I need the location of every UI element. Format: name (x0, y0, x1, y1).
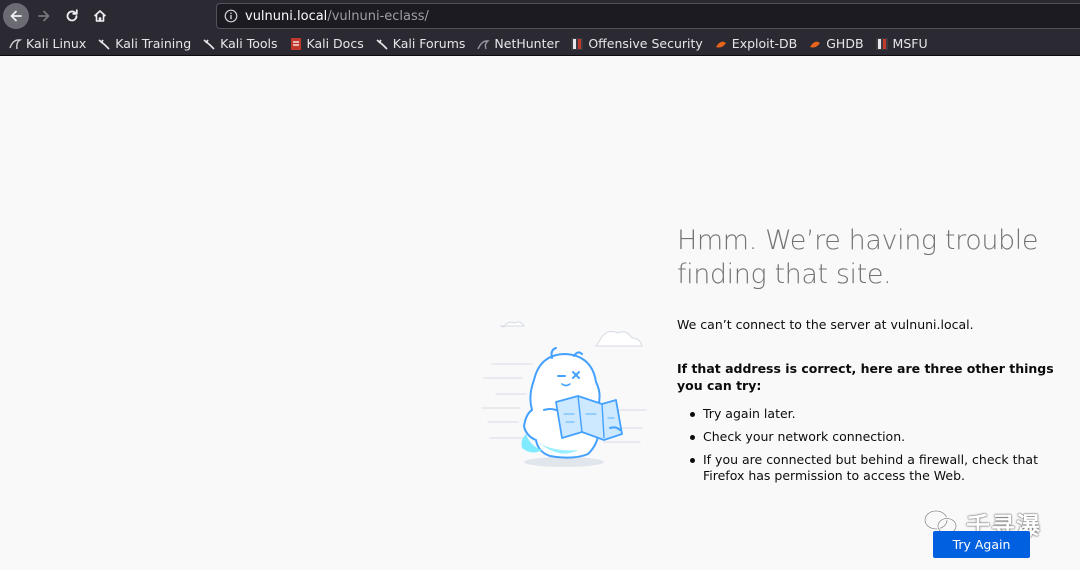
offsec-icon (875, 37, 889, 51)
bookmark-label: Offensive Security (588, 36, 703, 51)
bookmark-label: MSFU (892, 36, 928, 51)
bookmark-label: Kali Docs (306, 36, 364, 51)
forward-button[interactable] (31, 3, 57, 29)
bookmark-kali-forums[interactable]: Kali Forums (375, 36, 466, 51)
list-item: If you are connected but behind a firewa… (690, 452, 1050, 484)
url-path: /vulnuni-eclass/ (327, 9, 429, 24)
bookmark-kali-linux[interactable]: Kali Linux (8, 36, 86, 51)
bookmark-exploit-db[interactable]: Exploit-DB (714, 36, 797, 51)
reload-icon (66, 9, 78, 22)
home-icon (93, 10, 107, 22)
error-tips-list: Try again later. Check your network conn… (690, 406, 1050, 491)
bookmark-label: GHDB (826, 36, 864, 51)
error-tips-heading: If that address is correct, here are thr… (677, 361, 1054, 393)
bookmark-kali-tools[interactable]: Kali Tools (202, 36, 278, 51)
bookmark-label: Exploit-DB (731, 36, 798, 51)
bookmark-msfu[interactable]: MSFU (875, 36, 928, 51)
reload-button[interactable] (59, 3, 85, 29)
url-host: vulnuni.local (245, 9, 328, 24)
url-text[interactable]: vulnuni.local/vulnuni-eclass/ (245, 9, 429, 24)
list-item: Try again later. (690, 406, 1050, 422)
bookmarks-toolbar: Kali Linux Kali Training Kali Tools Kali… (0, 32, 1080, 56)
bookmark-label: Kali Linux (26, 36, 87, 51)
bookmark-nethunter[interactable]: NetHunter (476, 36, 559, 51)
error-description: We can’t connect to the server at vulnun… (677, 317, 974, 332)
kali-dragon-icon (97, 37, 111, 51)
bookmark-kali-docs[interactable]: Kali Docs (289, 36, 364, 51)
home-button[interactable] (87, 3, 113, 29)
browser-toolbar: vulnuni.local/vulnuni-eclass/ (0, 0, 1080, 32)
bookmark-ghdb[interactable]: GHDB (808, 36, 864, 51)
list-item: Check your network connection. (690, 429, 1050, 445)
bookmark-label: NetHunter (494, 36, 560, 51)
kali-dragon-icon (375, 37, 389, 51)
bookmark-label: Kali Forums (392, 36, 466, 51)
try-again-button[interactable]: Try Again (933, 531, 1030, 558)
exploit-db-icon (714, 37, 728, 51)
url-bar[interactable]: vulnuni.local/vulnuni-eclass/ (216, 3, 1080, 29)
back-button[interactable] (3, 3, 29, 29)
kali-docs-icon (289, 37, 303, 51)
bookmark-label: Kali Training (115, 36, 192, 51)
forward-arrow-icon (38, 10, 50, 22)
kali-dragon-icon (202, 37, 216, 51)
error-illustration (481, 321, 647, 467)
bookmark-kali-training[interactable]: Kali Training (97, 36, 191, 51)
nethunter-icon (476, 37, 491, 51)
back-arrow-icon (10, 10, 22, 22)
bookmark-label: Kali Tools (220, 36, 278, 51)
offsec-icon (570, 37, 584, 51)
exploit-db-icon (808, 37, 822, 51)
info-icon[interactable] (224, 9, 238, 23)
error-title: Hmm. We’re having trouble finding that s… (677, 225, 1039, 290)
bookmark-offensive-security[interactable]: Offensive Security (570, 36, 703, 51)
kali-dragon-icon (8, 37, 22, 51)
